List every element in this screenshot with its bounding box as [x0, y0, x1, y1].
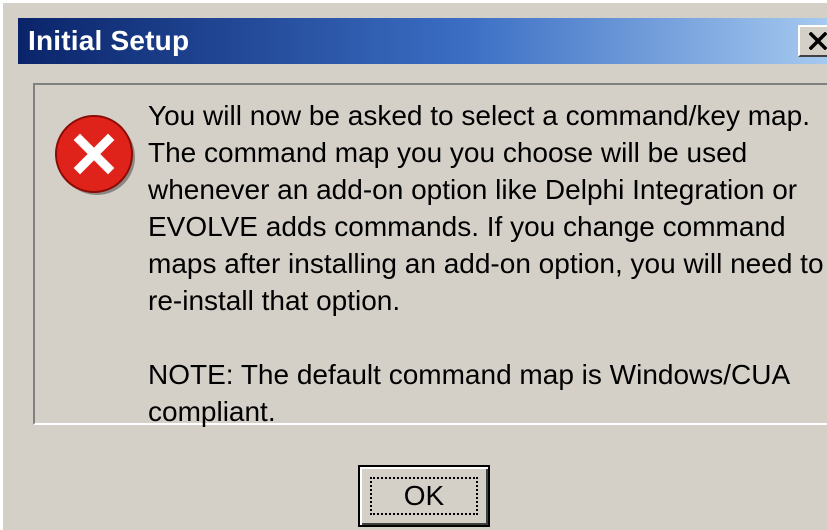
- error-icon: [55, 115, 135, 195]
- window-title: Initial Setup: [28, 25, 190, 56]
- initial-setup-dialog: Initial Setup You will now be asked to s…: [0, 0, 827, 530]
- message-panel: You will now be asked to select a comman…: [33, 83, 827, 427]
- message-text: You will now be asked to select a comman…: [148, 97, 827, 430]
- ok-button[interactable]: OK: [358, 465, 490, 527]
- ok-button-label: OK: [403, 480, 445, 511]
- message-note: NOTE: The default command map is Windows…: [148, 359, 789, 427]
- title-bar[interactable]: Initial Setup: [18, 18, 827, 64]
- close-icon: [809, 32, 827, 50]
- message-body: You will now be asked to select a comman…: [148, 100, 824, 316]
- close-button[interactable]: [798, 25, 827, 57]
